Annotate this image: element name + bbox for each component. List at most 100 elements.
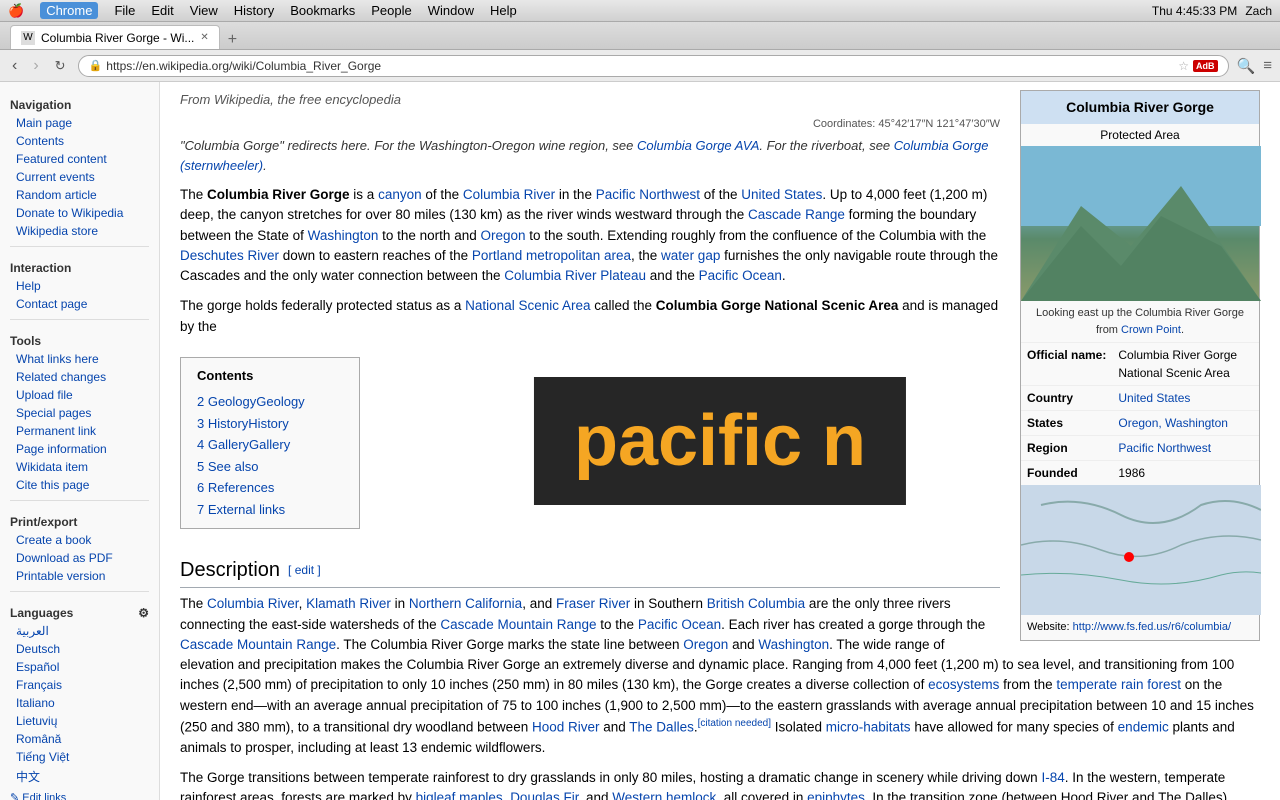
sidebar-item-main-page[interactable]: Main page [0, 114, 159, 132]
micro-habitats-link[interactable]: micro-habitats [826, 719, 911, 734]
portland-metro-link[interactable]: Portland metropolitan area [472, 248, 631, 263]
deschutes-link[interactable]: Deschutes River [180, 248, 279, 263]
western-hemlock-link[interactable]: Western hemlock [612, 790, 716, 800]
sidebar-item-what-links[interactable]: What links here [0, 350, 159, 368]
columbia-river-link-2[interactable]: Columbia River [207, 596, 299, 611]
sidebar-item-upload[interactable]: Upload file [0, 386, 159, 404]
columbia-plateau-link[interactable]: Columbia River Plateau [504, 268, 646, 283]
menu-item-people[interactable]: People [371, 3, 411, 18]
sidebar-item-contents[interactable]: Contents [0, 132, 159, 150]
sidebar-item-download-pdf[interactable]: Download as PDF [0, 549, 159, 567]
the-dalles-link[interactable]: The Dalles [629, 719, 694, 734]
sidebar-lang-romanian[interactable]: Română [0, 730, 159, 748]
toc-item-6[interactable]: 6 References [197, 477, 343, 499]
british-columbia-link[interactable]: British Columbia [707, 596, 805, 611]
edit-links-button[interactable]: ✎ Edit links [0, 787, 159, 800]
pacific-ocean-link-2[interactable]: Pacific Ocean [638, 617, 721, 632]
sidebar-item-related-changes[interactable]: Related changes [0, 368, 159, 386]
columbia-river-link[interactable]: Columbia River [463, 187, 555, 202]
menu-item-help[interactable]: Help [490, 3, 517, 18]
apple-menu[interactable]: 🍎 [8, 3, 24, 19]
sidebar-item-permanent-link[interactable]: Permanent link [0, 422, 159, 440]
cascade-range-link[interactable]: Cascade Range [748, 207, 845, 222]
website-link[interactable]: http://www.fs.fed.us/r6/columbia/ [1073, 621, 1231, 633]
sidebar-item-contact[interactable]: Contact page [0, 295, 159, 313]
bigleaf-maples-link[interactable]: bigleaf maples [416, 790, 503, 800]
sidebar-item-featured-content[interactable]: Featured content [0, 150, 159, 168]
sidebar-lang-espanol[interactable]: Español [0, 658, 159, 676]
menu-item-view[interactable]: View [190, 3, 218, 18]
tab-close-button[interactable]: ✕ [200, 32, 208, 43]
states-value[interactable]: Oregon, Washington [1118, 416, 1228, 430]
sidebar-item-current-events[interactable]: Current events [0, 168, 159, 186]
hood-river-link[interactable]: Hood River [532, 719, 600, 734]
languages-heading: Languages ⚙ [0, 598, 159, 622]
menu-item-history[interactable]: History [234, 3, 274, 18]
sidebar-item-page-info[interactable]: Page information [0, 440, 159, 458]
toc-item-4[interactable]: 4 GalleryGallery [197, 434, 343, 456]
sidebar-lang-arabic[interactable]: العربية [0, 622, 159, 640]
sidebar-item-help[interactable]: Help [0, 277, 159, 295]
sidebar-lang-vietnamese[interactable]: Tiếng Việt [0, 748, 159, 766]
columbia-gorge-ava-link[interactable]: Columbia Gorge AVA [637, 138, 759, 153]
temperate-rain-forest-link[interactable]: temperate rain forest [1056, 677, 1181, 692]
sidebar-item-printable[interactable]: Printable version [0, 567, 159, 585]
sidebar-item-wikidata[interactable]: Wikidata item [0, 458, 159, 476]
sidebar-item-special-pages[interactable]: Special pages [0, 404, 159, 422]
back-button[interactable]: ‹ [8, 55, 21, 77]
sidebar-lang-francais[interactable]: Français [0, 676, 159, 694]
water-gap-link[interactable]: water gap [661, 248, 720, 263]
oregon-link-2[interactable]: Oregon [683, 637, 728, 652]
sidebar-item-create-book[interactable]: Create a book [0, 531, 159, 549]
epiphytes-link[interactable]: epiphytes [807, 790, 865, 800]
menu-item-file[interactable]: File [114, 3, 135, 18]
forward-button[interactable]: › [29, 55, 42, 77]
menu-item-chrome[interactable]: Chrome [40, 2, 98, 19]
washington-link-2[interactable]: Washington [758, 637, 829, 652]
sidebar-lang-deutsch[interactable]: Deutsch [0, 640, 159, 658]
ecosystems-link[interactable]: ecosystems [928, 677, 999, 692]
douglas-fir-link[interactable]: Douglas Fir [510, 790, 578, 800]
pacific-ocean-link[interactable]: Pacific Ocean [699, 268, 782, 283]
washington-link[interactable]: Washington [308, 228, 379, 243]
klamath-river-link[interactable]: Klamath River [306, 596, 391, 611]
endemic-link[interactable]: endemic [1118, 719, 1169, 734]
sidebar-item-donate[interactable]: Donate to Wikipedia [0, 204, 159, 222]
i84-link[interactable]: I-84 [1041, 770, 1064, 785]
northern-california-link[interactable]: Northern California [409, 596, 522, 611]
menu-item-bookmarks[interactable]: Bookmarks [290, 3, 355, 18]
toc-item-7[interactable]: 7 External links [197, 499, 343, 521]
oregon-link[interactable]: Oregon [480, 228, 525, 243]
toc-item-5[interactable]: 5 See also [197, 456, 343, 478]
canyon-link[interactable]: canyon [378, 187, 422, 202]
cascade-mtn-link[interactable]: Cascade Mountain Range [440, 617, 596, 632]
languages-gear-icon[interactable]: ⚙ [138, 606, 149, 620]
toc-item-3[interactable]: 3 HistoryHistory [197, 413, 343, 435]
sidebar-item-cite[interactable]: Cite this page [0, 476, 159, 494]
country-value[interactable]: United States [1118, 391, 1190, 405]
new-tab-button[interactable]: + [224, 31, 241, 49]
sidebar-lang-italiano[interactable]: Italiano [0, 694, 159, 712]
united-states-link[interactable]: United States [741, 187, 822, 202]
sternwheeler-link[interactable]: Columbia Gorge (sternwheeler) [180, 138, 988, 173]
sidebar-item-random-article[interactable]: Random article [0, 186, 159, 204]
bookmark-star-icon[interactable]: ☆ [1178, 59, 1189, 73]
description-edit-link[interactable]: [ edit ] [288, 561, 321, 579]
sidebar-lang-chinese[interactable]: 中文 [0, 766, 159, 787]
sidebar-item-store[interactable]: Wikipedia store [0, 222, 159, 240]
cascade-mtn-link-2[interactable]: Cascade Mountain Range [180, 637, 336, 652]
menu-item-window[interactable]: Window [428, 3, 474, 18]
address-bar[interactable]: 🔒 https://en.wikipedia.org/wiki/Columbia… [78, 55, 1229, 77]
menu-item-edit[interactable]: Edit [151, 3, 173, 18]
crown-point-link[interactable]: Crown Point [1121, 324, 1181, 336]
toc-item-2[interactable]: 2 GeologyGeology [197, 391, 343, 413]
refresh-button[interactable]: ↻ [51, 56, 70, 76]
extensions-icon[interactable]: ≡ [1263, 57, 1272, 74]
fraser-river-link[interactable]: Fraser River [556, 596, 630, 611]
active-tab[interactable]: W Columbia River Gorge - Wi... ✕ [10, 25, 220, 49]
sidebar-lang-lithuanian[interactable]: Lietuvių [0, 712, 159, 730]
pacific-nw-link[interactable]: Pacific Northwest [596, 187, 700, 202]
national-scenic-area-link[interactable]: National Scenic Area [465, 298, 590, 313]
search-icon[interactable]: 🔍 [1237, 57, 1256, 75]
region-value[interactable]: Pacific Northwest [1118, 441, 1211, 455]
